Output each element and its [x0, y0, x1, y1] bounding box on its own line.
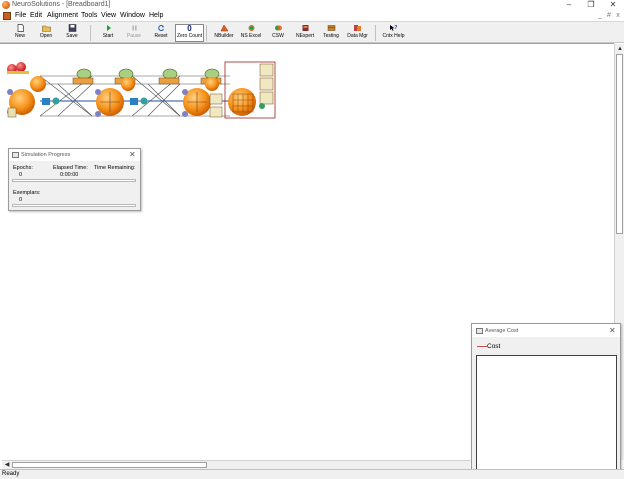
- start-button[interactable]: Start: [97, 24, 119, 41]
- app-icon[interactable]: [2, 1, 10, 9]
- mdi-restore-button[interactable]: #: [605, 12, 613, 20]
- vertical-scroll-thumb[interactable]: [616, 54, 623, 234]
- open-folder-icon: [41, 25, 51, 32]
- elapsed-time-label: Elapsed Time:: [53, 165, 88, 171]
- svg-text:?: ?: [394, 25, 397, 31]
- zero-count-value: 0: [187, 24, 192, 33]
- nbuilder-icon: [220, 24, 228, 32]
- horizontal-scrollbar[interactable]: ◀: [2, 460, 470, 469]
- cntx-help-label: Cntx Help: [382, 33, 405, 39]
- zero-count-label: Zero Count: [176, 33, 202, 39]
- probe-icon[interactable]: [72, 68, 94, 85]
- testing-icon: [327, 25, 335, 31]
- close-button[interactable]: ✕: [602, 0, 624, 11]
- data-manager-icon: [354, 25, 361, 31]
- horizontal-scroll-thumb[interactable]: [12, 462, 207, 468]
- mdi-close-button[interactable]: x: [614, 12, 622, 20]
- menu-file[interactable]: File: [15, 12, 26, 19]
- control-component[interactable]: [7, 62, 29, 74]
- ns-excel-label: NS Excel: [240, 33, 262, 39]
- menu-alignment[interactable]: Alignment: [47, 12, 78, 19]
- cost-plot-area[interactable]: [476, 355, 617, 477]
- toolbar-separator: [206, 25, 207, 41]
- ns-excel-button[interactable]: NS Excel: [239, 24, 263, 41]
- nexpert-label: NExpert: [295, 33, 315, 39]
- new-button[interactable]: New: [10, 24, 30, 41]
- nexpert-icon: [302, 25, 308, 31]
- csw-label: CSW: [272, 33, 284, 39]
- simulation-window-title: Simulation Progress: [21, 152, 71, 158]
- input-axon[interactable]: [7, 76, 46, 118]
- testing-label: Testing: [323, 33, 339, 39]
- exemplars-progress-bar: [12, 204, 136, 207]
- save-label: Save: [66, 33, 78, 39]
- context-help-icon: ?: [390, 25, 397, 31]
- open-button[interactable]: Open: [35, 24, 57, 41]
- menu-help[interactable]: Help: [149, 12, 163, 19]
- minimize-button[interactable]: –: [558, 0, 580, 11]
- window-title: NeuroSolutions - [Breadboard1]: [12, 1, 111, 8]
- probe-icon[interactable]: [158, 68, 180, 85]
- cost-legend-swatch: [477, 346, 487, 347]
- scroll-left-arrow-icon[interactable]: ◀: [3, 461, 11, 469]
- nexpert-button[interactable]: NExpert: [294, 24, 316, 41]
- cost-legend-label: Cost: [487, 343, 501, 350]
- menu-window[interactable]: Window: [120, 12, 145, 19]
- menu-bar: File Edit Alignment Tools View Window He…: [0, 11, 624, 21]
- menu-tools[interactable]: Tools: [81, 12, 97, 19]
- exemplars-label: Exemplars:: [13, 190, 41, 196]
- document-icon[interactable]: [3, 12, 11, 20]
- save-button[interactable]: Save: [61, 24, 83, 41]
- reset-label: Reset: [154, 33, 168, 39]
- menu-edit[interactable]: Edit: [30, 12, 42, 19]
- csw-icon: [274, 25, 282, 31]
- simulation-window-close-button[interactable]: ✕: [129, 150, 136, 159]
- simulation-window-titlebar[interactable]: Simulation Progress ✕: [9, 149, 140, 161]
- status-text: Ready: [2, 471, 20, 477]
- average-cost-window[interactable]: Average Cost ✕ Cost: [471, 323, 621, 479]
- menu-view[interactable]: View: [101, 12, 116, 19]
- toolbar-separator: [375, 25, 376, 41]
- cost-window-title: Average Cost: [485, 328, 519, 334]
- pause-label: Pause: [126, 33, 142, 39]
- time-remaining-label: Time Remaining:: [94, 165, 136, 171]
- maximize-button[interactable]: ❐: [580, 0, 602, 11]
- zero-count-button[interactable]: 0 Zero Count: [175, 24, 204, 42]
- csw-button[interactable]: CSW: [268, 24, 288, 41]
- save-disk-icon: [68, 24, 76, 32]
- cost-window-titlebar[interactable]: Average Cost ✕: [472, 324, 620, 337]
- play-icon: [106, 25, 111, 31]
- elapsed-time-value: 0:00:00: [60, 172, 79, 178]
- status-bar: Ready: [0, 469, 624, 479]
- pause-button[interactable]: Pause: [123, 24, 145, 41]
- new-label: New: [14, 33, 25, 39]
- title-bar: NeuroSolutions - [Breadboard1] – ❐ ✕: [0, 0, 624, 11]
- toolbar: New Open Save Start Pause Reset 0 Zero C…: [0, 21, 624, 43]
- pause-icon: [132, 25, 136, 31]
- epochs-value: 0: [19, 172, 23, 178]
- window-icon: [12, 152, 19, 158]
- ns-excel-icon: [248, 25, 254, 31]
- cost-window-close-button[interactable]: ✕: [609, 326, 616, 335]
- nbuilder-label: NBuilder: [214, 33, 234, 39]
- exemplars-value: 0: [19, 197, 23, 203]
- toolbar-separator: [90, 25, 91, 41]
- simulation-progress-window[interactable]: Simulation Progress ✕ Epochs: 0 Elapsed …: [8, 148, 141, 211]
- mdi-minimize-button[interactable]: _: [596, 12, 604, 20]
- data-mgr-button[interactable]: Data Mgr: [345, 24, 370, 41]
- start-label: Start: [102, 33, 114, 39]
- data-mgr-label: Data Mgr: [347, 33, 368, 39]
- window-icon: [476, 328, 483, 334]
- scroll-up-arrow-icon[interactable]: ▲: [616, 45, 624, 53]
- reset-button[interactable]: Reset: [150, 24, 172, 41]
- epochs-progress-bar: [12, 179, 136, 182]
- epochs-label: Epochs:: [13, 165, 33, 171]
- reset-icon: [157, 25, 164, 31]
- new-file-icon: [17, 24, 24, 32]
- testing-button[interactable]: Testing: [320, 24, 342, 41]
- output-axon[interactable]: [224, 61, 276, 119]
- cntx-help-button[interactable]: ? Cntx Help: [380, 24, 407, 41]
- open-label: Open: [39, 33, 53, 39]
- nbuilder-button[interactable]: NBuilder: [212, 24, 236, 41]
